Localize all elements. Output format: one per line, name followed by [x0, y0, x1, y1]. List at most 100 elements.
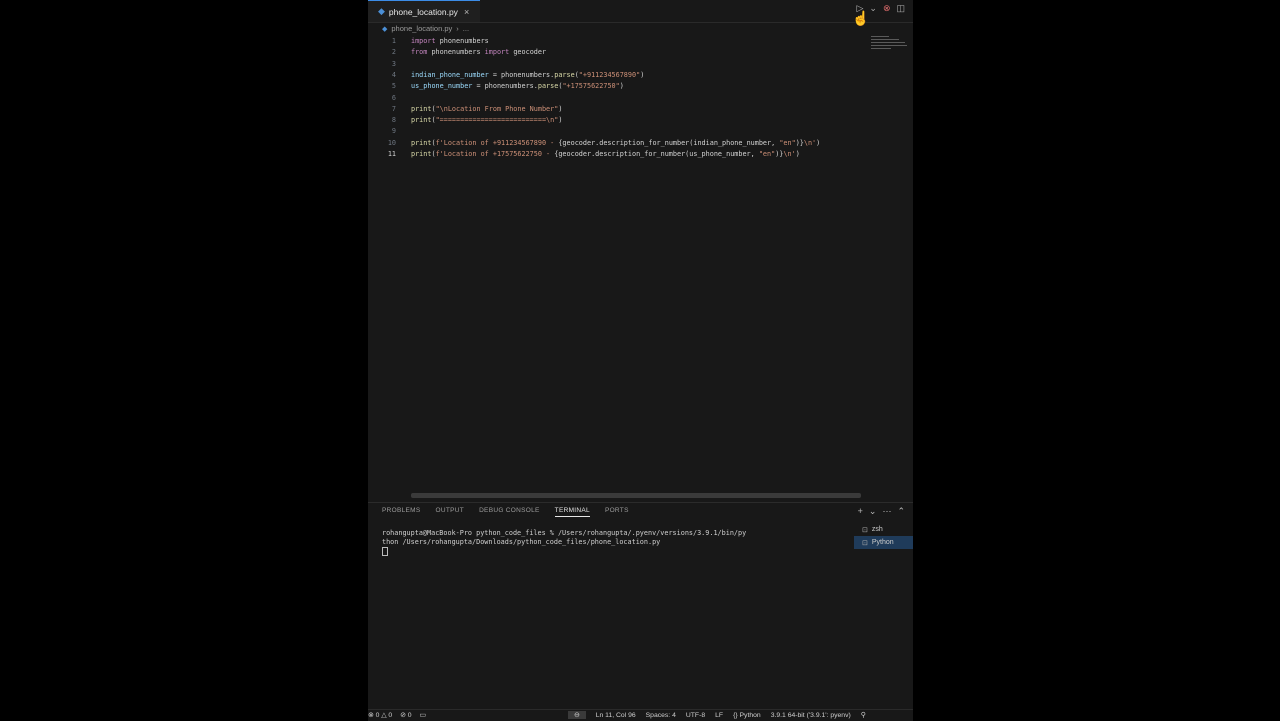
terminal-line: thon /Users/rohangupta/Downloads/python_… [382, 538, 661, 546]
code-token: f'Location of +911234567890 - [435, 138, 559, 147]
bottom-panel: PROBLEMS OUTPUT DEBUG CONSOLE TERMINAL PORTS… [368, 502, 913, 709]
close-tab-icon[interactable]: × [464, 7, 469, 17]
panel-tab-output[interactable]: OUTPUT [436, 507, 465, 517]
line-number: 10 [387, 138, 396, 147]
code-token: ) [558, 104, 563, 113]
ports-status[interactable]: ⊘ 0 [400, 711, 411, 719]
code-token: print [411, 138, 432, 147]
terminal-line: rohangupta@MacBook-Pro python_code_files… [382, 529, 747, 537]
editor-window: ◆ phone_location.py × ▷ ⌄ ⊗ ◫ ◆ phone_lo… [368, 0, 913, 721]
terminal-output[interactable]: rohangupta@MacBook-Pro python_code_files… [382, 529, 842, 559]
code-token: ) [558, 116, 563, 125]
line-number: 8 [391, 116, 396, 125]
code-token: geocoder [509, 48, 547, 57]
code-token: ) [816, 138, 821, 147]
line-number: 4 [391, 70, 396, 79]
tab-label: phone_location.py [388, 6, 458, 17]
panel-tab-ports[interactable]: PORTS [605, 507, 629, 517]
code-token: {geocoder.description_for_number(us_phon… [554, 150, 759, 158]
code-text: import phonenumbers [411, 36, 489, 47]
code-token: phonenumbers [435, 37, 489, 45]
code-token: )} [795, 138, 804, 147]
terminal-icon: ⊡ [862, 526, 868, 534]
code-text: print("\nLocation From Phone Number") [411, 104, 562, 115]
zoom-icon[interactable]: ⊖ [568, 711, 586, 719]
code-token: "en" [758, 150, 776, 158]
code-token: import [484, 48, 510, 57]
terminal-item-python[interactable]: ⊡ Python [854, 536, 913, 549]
code-text: print("==========================\n") [411, 115, 562, 126]
code-token: {geocoder.description_for_number(indian_… [558, 138, 780, 147]
python-file-icon: ◆ [382, 25, 388, 33]
code-token: us_phone_number [411, 82, 473, 91]
code-token: "+911234567890" [578, 70, 641, 79]
python-interpreter[interactable]: 3.9.1 64-bit ('3.9.1': pyenv) [771, 712, 851, 719]
split-editor-icon[interactable]: ◫ [896, 3, 905, 14]
panel-tabs: PROBLEMS OUTPUT DEBUG CONSOLE TERMINAL PORTS [382, 507, 629, 517]
status-bar: ⊗ 0 △ 0 ⊘ 0 ▭ ⊖ Ln 11, Col 96 Spaces: 4 … [368, 709, 913, 721]
panel-tab-problems[interactable]: PROBLEMS [382, 507, 421, 517]
code-token: "+17575622750" [562, 82, 620, 91]
chevron-down-icon[interactable]: ⌄ [869, 506, 877, 517]
minimap[interactable] [871, 36, 913, 76]
code-token: ) [640, 70, 645, 79]
maximize-panel-icon[interactable]: ⌃ [897, 506, 905, 517]
terminal-label: zsh [871, 526, 883, 533]
terminal-cursor [382, 547, 388, 556]
chevron-down-icon[interactable]: ⌄ [869, 3, 877, 14]
language-mode[interactable]: {} Python [733, 712, 761, 719]
code-text: indian_phone_number = phonenumbers.parse… [411, 70, 644, 81]
line-number: 7 [391, 104, 396, 113]
breadcrumb: ◆ phone_location.py › ... [382, 24, 469, 33]
panel-tab-debug-console[interactable]: DEBUG CONSOLE [479, 507, 540, 517]
code-token: ) [795, 150, 800, 158]
folder-icon[interactable]: ▭ [420, 711, 426, 719]
line-number: 11 [387, 150, 396, 158]
code-token: f'Location of +17575622750 - [435, 150, 555, 158]
more-actions-icon[interactable]: ⋯ [882, 506, 891, 517]
breadcrumb-separator-icon: › [456, 24, 459, 33]
code-token: "en" [779, 138, 796, 147]
code-token: indian_phone_number [411, 70, 489, 79]
code-token: ) [619, 82, 624, 91]
panel-actions: + ⌄ ⋯ ⌃ [858, 506, 905, 517]
encoding[interactable]: UTF-8 [686, 712, 705, 719]
code-token: "==========================\n" [435, 116, 559, 125]
code-text: us_phone_number = phonenumbers.parse("+1… [411, 81, 624, 92]
debug-icon[interactable]: ⊗ [883, 3, 891, 14]
terminal-label: Python [871, 539, 894, 546]
breadcrumb-more[interactable]: ... [463, 24, 469, 33]
terminal-item-zsh[interactable]: ⊡ zsh [854, 523, 913, 536]
indentation[interactable]: Spaces: 4 [646, 712, 676, 719]
panel-tab-terminal[interactable]: TERMINAL [554, 507, 590, 517]
code-token: from [411, 48, 428, 57]
code-text: print(f'Location of +17575622750 - {geoc… [411, 149, 800, 160]
code-token: = phonenumbers. [488, 70, 555, 79]
code-token: \n' [803, 138, 817, 147]
code-text: print(f'Location of +911234567890 - {geo… [411, 138, 820, 149]
terminal-icon: ⊡ [862, 539, 868, 547]
code-token: print [411, 150, 432, 158]
line-number: 3 [391, 59, 396, 68]
cursor-position[interactable]: Ln 11, Col 96 [596, 712, 636, 719]
code-text: from phonenumbers import geocoder [411, 47, 546, 58]
line-number: 2 [391, 48, 396, 57]
code-token: phonenumbers [427, 48, 485, 57]
code-token: "\nLocation From Phone Number" [435, 104, 559, 113]
problems-status[interactable]: ⊗ 0 △ 0 [368, 711, 392, 719]
notifications-icon[interactable]: ⚲ [861, 711, 866, 719]
line-number: 1 [391, 37, 396, 45]
terminal-list: ⊡ zsh ⊡ Python [854, 523, 913, 549]
tab-phone-location[interactable]: ◆ phone_location.py × [368, 0, 480, 22]
end-of-line[interactable]: LF [715, 712, 723, 719]
mouse-pointer-icon: ☝ [852, 10, 870, 26]
tab-bar: ◆ phone_location.py × ▷ ⌄ ⊗ ◫ [368, 0, 913, 23]
new-terminal-icon[interactable]: + [858, 506, 863, 517]
breadcrumb-file[interactable]: phone_location.py [391, 24, 452, 33]
line-number: 5 [391, 82, 396, 91]
code-token: parse [554, 70, 575, 79]
code-token: print [411, 116, 432, 125]
code-token: = phonenumbers. [472, 82, 538, 91]
horizontal-scrollbar[interactable] [411, 493, 861, 498]
code-editor[interactable]: 1 import phonenumbers 2 from phonenumbers i… [368, 36, 868, 490]
